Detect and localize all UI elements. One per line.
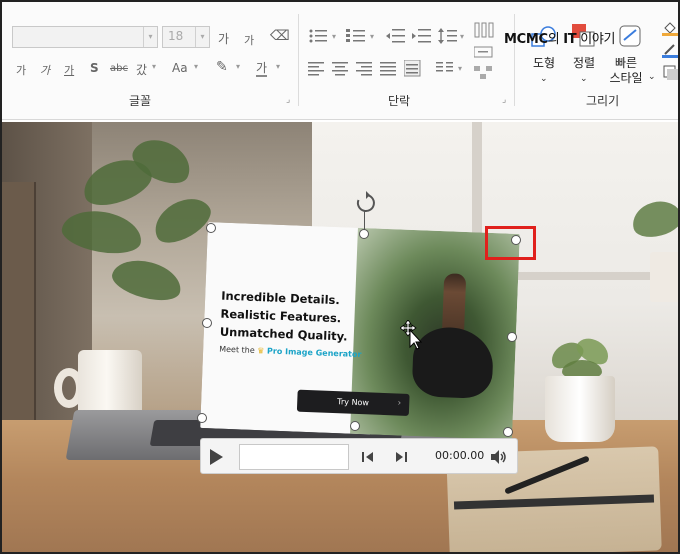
justify-icon[interactable] — [380, 62, 398, 76]
resize-handle-left[interactable] — [202, 318, 212, 328]
chevron-down-icon[interactable]: ▾ — [143, 27, 157, 47]
grow-font-button[interactable]: 가 — [218, 30, 229, 47]
highlight-box — [485, 226, 536, 260]
align-left-icon[interactable] — [308, 62, 326, 76]
font-name-combobox[interactable]: ▾ — [12, 26, 158, 48]
step-back-icon[interactable] — [361, 450, 375, 464]
watermark-text: MCMC의 IT 이야기 — [504, 32, 616, 47]
rotate-handle-icon[interactable] — [354, 191, 378, 215]
paragraph-group-label: 단락 — [388, 94, 411, 108]
dialog-launcher-icon[interactable]: ⌟ — [502, 95, 506, 105]
background-pot — [650, 252, 678, 302]
italic-button[interactable]: 가 — [40, 62, 50, 78]
group-divider — [298, 14, 299, 106]
media-time: 00:00.00 — [435, 449, 485, 462]
media-timeline[interactable] — [239, 444, 349, 470]
font-size-value: 18 — [168, 29, 184, 43]
drawing-group-label: 그리기 — [586, 94, 620, 108]
shape-outline-icon[interactable] — [662, 42, 678, 58]
embedded-video[interactable]: Incredible Details. Realistic Features. … — [200, 222, 520, 440]
chevron-down-icon[interactable]: ▾ — [195, 27, 209, 47]
volume-icon[interactable] — [489, 448, 507, 466]
bold-button[interactable]: 가 — [16, 62, 26, 78]
play-icon[interactable] — [207, 447, 225, 467]
try-now-button: Try Now › — [296, 389, 410, 416]
character-spacing-button[interactable]: 갔 — [136, 61, 147, 78]
font-group-label: 글꼴 — [129, 94, 152, 108]
resize-handle-bottom[interactable] — [350, 421, 360, 431]
align-text-icon[interactable] — [474, 46, 494, 58]
chevron-down-icon[interactable]: ▾ — [236, 62, 240, 71]
chevron-down-icon[interactable]: ▾ — [152, 62, 156, 71]
decrease-indent-icon[interactable] — [386, 28, 406, 44]
quick-styles-button-line2[interactable]: 스타일 — [604, 71, 648, 86]
chevron-down-icon[interactable]: ▾ — [276, 62, 280, 71]
resize-handle-top-left[interactable] — [206, 223, 216, 233]
chevron-down-icon[interactable]: ▾ — [458, 64, 462, 73]
chevron-down-icon[interactable]: ▾ — [370, 32, 374, 41]
align-center-icon[interactable] — [332, 62, 350, 76]
shrink-font-button[interactable]: 가 — [244, 32, 254, 48]
video-headline: Incredible Details. Realistic Features. … — [220, 287, 382, 347]
numbering-icon[interactable] — [346, 28, 366, 44]
step-forward-icon[interactable] — [394, 450, 408, 464]
chevron-down-icon[interactable]: ⌄ — [540, 74, 548, 84]
resize-handle-bottom-right[interactable] — [503, 427, 513, 437]
resize-handle-right[interactable] — [507, 332, 517, 342]
clear-format-icon[interactable]: ⌫ — [270, 28, 290, 44]
dialog-launcher-icon[interactable]: ⌟ — [286, 95, 290, 105]
change-case-button[interactable]: Aa — [172, 61, 188, 75]
columns-icon[interactable] — [436, 62, 454, 76]
shadow-button[interactable]: S — [90, 61, 99, 75]
app-window: ▾ 18 ▾ 가 가 ⌫ 가 가 가 S abc 갔 ▾ Aa ▾ ✎ ▾ 가 … — [0, 0, 680, 554]
shapes-button[interactable]: 도형 — [528, 56, 560, 71]
chevron-down-icon[interactable]: ⌄ — [580, 74, 588, 84]
increase-indent-icon[interactable] — [412, 28, 432, 44]
align-right-icon[interactable] — [356, 62, 374, 76]
underline-button[interactable]: 가 — [64, 62, 74, 78]
resize-handle-top[interactable] — [359, 229, 369, 239]
arrange-button[interactable]: 정렬 — [568, 56, 600, 71]
plant-pot — [545, 376, 615, 442]
chevron-down-icon[interactable]: ▾ — [194, 62, 198, 71]
resize-handle-bottom-left[interactable] — [197, 413, 207, 423]
highlighter-icon[interactable]: ✎ — [216, 59, 228, 75]
text-direction-icon[interactable] — [474, 22, 494, 38]
shape-effects-icon[interactable] — [662, 64, 678, 80]
crown-icon: ♛ — [257, 346, 265, 356]
smartart-icon[interactable] — [474, 66, 494, 80]
chevron-right-icon: › — [397, 398, 402, 409]
font-color-button[interactable]: 가 — [256, 61, 268, 77]
quick-styles-icon[interactable] — [616, 22, 644, 50]
slide-canvas[interactable]: Incredible Details. Realistic Features. … — [2, 122, 678, 552]
line-spacing-icon[interactable] — [438, 27, 458, 45]
quick-styles-button[interactable]: 빠른 — [604, 56, 648, 71]
shape-fill-icon[interactable] — [662, 20, 678, 36]
chevron-down-icon[interactable]: ▾ — [332, 32, 336, 41]
strikethrough-button[interactable]: abc — [110, 63, 128, 74]
media-control-bar: 00:00.00 — [200, 438, 518, 474]
background-shelf — [2, 182, 36, 422]
bullets-icon[interactable] — [308, 28, 328, 44]
chevron-down-icon[interactable]: ▾ — [460, 32, 464, 41]
ribbon: ▾ 18 ▾ 가 가 ⌫ 가 가 가 S abc 갔 ▾ Aa ▾ ✎ ▾ 가 … — [2, 2, 678, 120]
distributed-icon[interactable] — [404, 60, 422, 78]
move-cursor-icon — [400, 320, 422, 350]
chevron-down-icon[interactable]: ⌄ — [648, 72, 656, 82]
font-size-combobox[interactable]: 18 ▾ — [162, 26, 210, 48]
